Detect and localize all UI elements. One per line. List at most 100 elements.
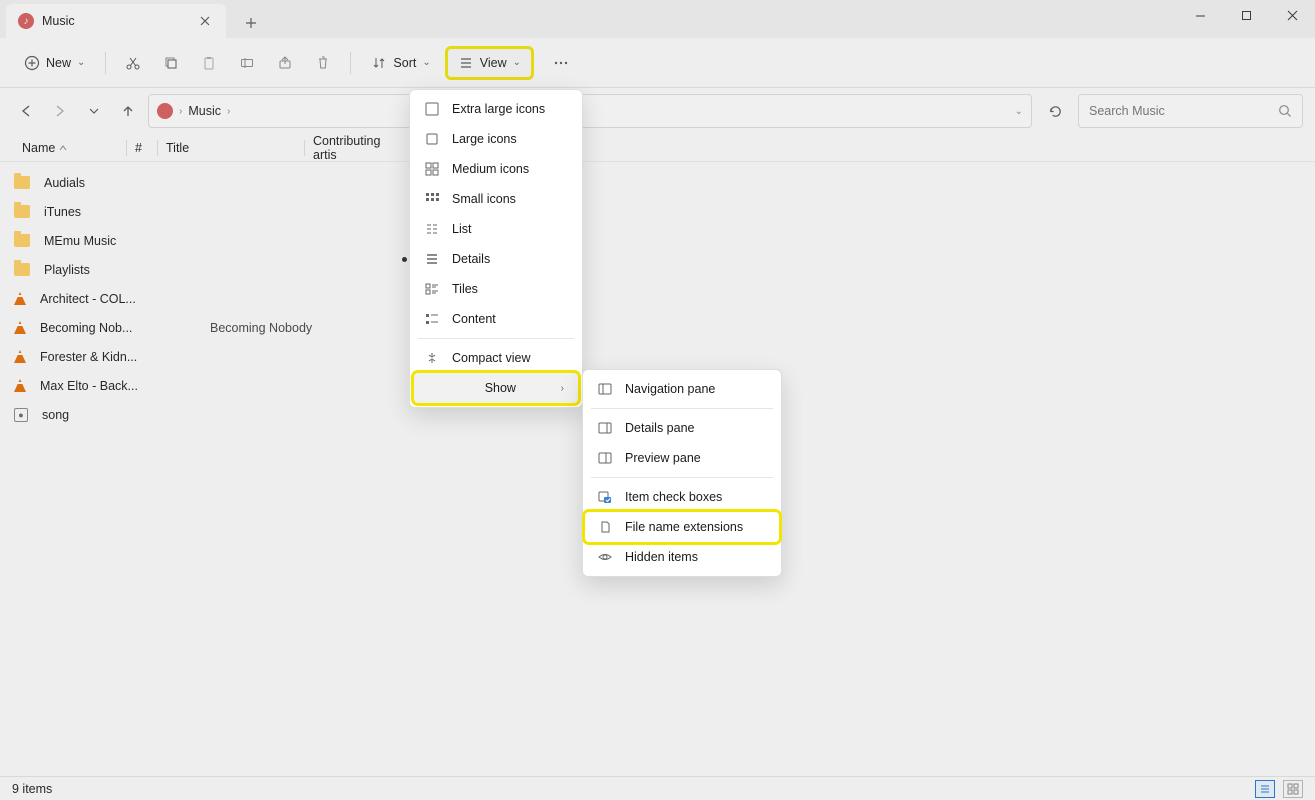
delete-button[interactable]: [306, 46, 340, 80]
close-window-button[interactable]: [1269, 0, 1315, 30]
up-button[interactable]: [114, 97, 142, 125]
recent-locations-button[interactable]: [80, 97, 108, 125]
file-name: iTunes: [40, 205, 162, 219]
refresh-button[interactable]: [1038, 94, 1072, 128]
medium-icons-icon: [424, 161, 440, 177]
preview-pane-icon: [597, 450, 613, 466]
file-name: MEmu Music: [40, 234, 162, 248]
view-button[interactable]: View ⌄: [445, 46, 534, 80]
menu-separator: [418, 338, 574, 339]
checkbox-icon: [597, 489, 613, 505]
column-title[interactable]: Title: [158, 141, 304, 155]
list-icon: [458, 55, 474, 71]
sort-label: Sort: [393, 56, 416, 70]
toolbar: New ⌄ Sort ⌄ View ⌄: [0, 38, 1315, 88]
file-name: Forester & Kidn...: [36, 350, 158, 364]
file-row[interactable]: MEmu Music: [14, 226, 1301, 255]
column-number[interactable]: #: [127, 141, 157, 155]
status-bar: 9 items: [0, 776, 1315, 800]
file-name: Architect - COL...: [36, 292, 158, 306]
details-view-toggle[interactable]: [1255, 780, 1275, 798]
menu-list[interactable]: List: [410, 214, 582, 244]
file-row[interactable]: Audials: [14, 168, 1301, 197]
navigation-row: › Music › ⌄: [0, 88, 1315, 134]
plus-circle-icon: [24, 55, 40, 71]
sort-icon: [371, 55, 387, 71]
menu-details-pane[interactable]: Details pane: [583, 413, 781, 443]
sort-asc-icon: [59, 144, 67, 152]
separator: [105, 52, 106, 74]
back-button[interactable]: [12, 97, 40, 125]
music-folder-icon: [157, 103, 173, 119]
show-submenu: Navigation pane Details pane Preview pan…: [582, 369, 782, 577]
menu-file-name-extensions[interactable]: File name extensions: [585, 512, 779, 542]
column-contributing-artists[interactable]: Contributing artis: [305, 134, 405, 162]
menu-small-icons[interactable]: Small icons: [410, 184, 582, 214]
selected-bullet-icon: [402, 257, 407, 262]
copy-button[interactable]: [154, 46, 188, 80]
file-name: song: [38, 408, 160, 422]
chevron-right-icon: ›: [561, 383, 564, 394]
menu-extra-large-icons[interactable]: Extra large icons: [410, 94, 582, 124]
vlc-cone-icon: [14, 292, 26, 305]
vlc-cone-icon: [14, 321, 26, 334]
menu-content[interactable]: Content: [410, 304, 582, 334]
menu-preview-pane[interactable]: Preview pane: [583, 443, 781, 473]
column-name[interactable]: Name: [14, 141, 126, 155]
content-icon: [424, 311, 440, 327]
menu-separator: [591, 477, 773, 478]
file-name: Audials: [40, 176, 162, 190]
chevron-down-icon[interactable]: ⌄: [1015, 106, 1023, 117]
new-tab-button[interactable]: [236, 8, 266, 38]
more-button[interactable]: [544, 46, 578, 80]
file-row[interactable]: Becoming Nob... Becoming Nobody: [14, 313, 1301, 342]
address-bar[interactable]: › Music › ⌄: [148, 94, 1032, 128]
paste-button[interactable]: [192, 46, 226, 80]
menu-navigation-pane[interactable]: Navigation pane: [583, 374, 781, 404]
sort-button[interactable]: Sort ⌄: [361, 46, 440, 80]
file-row[interactable]: iTunes: [14, 197, 1301, 226]
minimize-button[interactable]: [1177, 0, 1223, 30]
menu-medium-icons[interactable]: Medium icons: [410, 154, 582, 184]
menu-large-icons[interactable]: Large icons: [410, 124, 582, 154]
breadcrumb-music[interactable]: Music: [188, 104, 221, 118]
separator: [350, 52, 351, 74]
menu-tiles[interactable]: Tiles: [410, 274, 582, 304]
file-row[interactable]: Playlists: [14, 255, 1301, 284]
thumbnails-view-toggle[interactable]: [1283, 780, 1303, 798]
view-label: View: [480, 56, 507, 70]
folder-icon: [14, 205, 30, 218]
folder-icon: [14, 263, 30, 276]
search-box[interactable]: [1078, 94, 1303, 128]
file-name: Becoming Nob...: [36, 321, 158, 335]
ellipsis-icon: [553, 55, 569, 71]
forward-button[interactable]: [46, 97, 74, 125]
share-button[interactable]: [268, 46, 302, 80]
menu-separator: [591, 408, 773, 409]
search-input[interactable]: [1089, 104, 1270, 118]
chevron-down-icon: ⌄: [513, 57, 521, 68]
new-label: New: [46, 56, 71, 70]
new-button[interactable]: New ⌄: [14, 46, 95, 80]
small-icons-icon: [424, 191, 440, 207]
file-title: Becoming Nobody: [210, 321, 360, 335]
maximize-button[interactable]: [1223, 0, 1269, 30]
column-headers: Name # Title Contributing artis: [0, 134, 1315, 162]
active-tab[interactable]: ♪ Music: [6, 4, 226, 38]
tab-title: Music: [42, 14, 188, 28]
folder-icon: [14, 234, 30, 247]
chevron-down-icon: ⌄: [77, 57, 85, 68]
file-row[interactable]: Architect - COL...: [14, 284, 1301, 313]
file-row[interactable]: Forester & Kidn...: [14, 342, 1301, 371]
cut-button[interactable]: [116, 46, 150, 80]
menu-show[interactable]: Show ›: [414, 373, 578, 403]
chevron-right-icon: ›: [227, 106, 230, 117]
menu-details[interactable]: Details: [410, 244, 582, 274]
compact-icon: [424, 350, 440, 366]
details-icon: [424, 251, 440, 267]
menu-item-check-boxes[interactable]: Item check boxes: [583, 482, 781, 512]
rename-button[interactable]: [230, 46, 264, 80]
menu-hidden-items[interactable]: Hidden items: [583, 542, 781, 572]
menu-compact-view[interactable]: Compact view: [410, 343, 582, 373]
close-tab-button[interactable]: [196, 12, 214, 30]
